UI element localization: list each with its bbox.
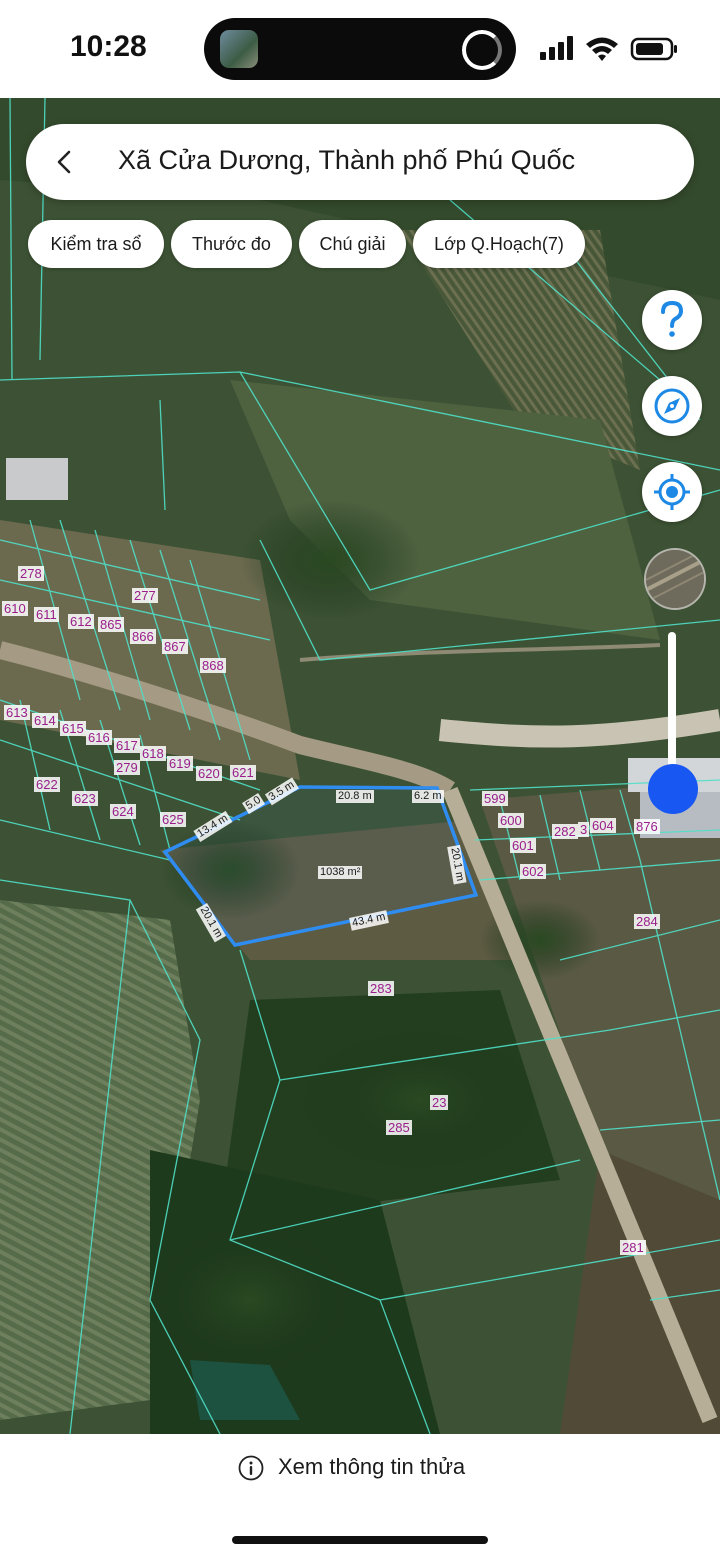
plot-number-label[interactable]: 285 (386, 1120, 412, 1135)
status-bar: 10:28 (0, 0, 720, 98)
building-roof (6, 458, 68, 500)
help-button[interactable] (642, 290, 702, 350)
plot-number-label[interactable]: 3 (578, 822, 590, 837)
plot-number-label[interactable]: 278 (18, 566, 44, 581)
compass-button[interactable] (642, 376, 702, 436)
parcel-area-label: 1038 m² (318, 866, 363, 879)
plot-number-label[interactable]: 623 (72, 791, 98, 806)
satellite-layer-thumbnail-icon (646, 550, 704, 608)
plot-number-label[interactable]: 277 (132, 588, 158, 603)
battery-icon (630, 37, 677, 61)
home-indicator[interactable] (232, 1536, 488, 1544)
map-canvas[interactable] (0, 98, 720, 1434)
plot-number-label[interactable]: 611 (34, 607, 59, 622)
plot-number-label[interactable]: 614 (32, 713, 58, 728)
tree-cluster (300, 1030, 540, 1170)
cellular-signal-icon (540, 36, 573, 60)
plot-number-label[interactable]: 868 (200, 658, 226, 673)
plot-number-label[interactable]: 610 (2, 601, 28, 616)
activity-ring-icon (462, 30, 502, 70)
location-title: Xã Cửa Dương, Thành phố Phú Quốc (118, 145, 576, 175)
edge-length-label: 20.8 m (336, 790, 374, 803)
plot-number-label[interactable]: 604 (590, 818, 616, 833)
plot-number-label[interactable]: 23 (430, 1095, 449, 1110)
compass-icon (654, 388, 690, 424)
tree-cluster (240, 500, 420, 620)
plot-number-label[interactable]: 612 (68, 614, 94, 629)
plot-number-label[interactable]: 279 (114, 760, 140, 775)
tree-cluster (140, 1220, 360, 1380)
plot-number-label[interactable]: 620 (196, 766, 222, 781)
locate-me-button[interactable] (642, 462, 702, 522)
back-chevron-icon[interactable] (48, 144, 82, 180)
plot-number-label[interactable]: 616 (86, 730, 112, 745)
plot-number-label[interactable]: 281 (620, 1240, 646, 1255)
edge-length-label: 6.2 m (412, 790, 444, 803)
live-activity-thumbnail (220, 30, 258, 68)
plot-number-label[interactable]: 284 (634, 914, 660, 929)
plot-number-label[interactable]: 876 (634, 819, 660, 834)
satellite-map[interactable]: 278 610 611 612 865 277 866 867 868 613 … (0, 98, 720, 1434)
plot-number-label[interactable]: 283 (368, 981, 394, 996)
check-book-chip[interactable]: Kiểm tra sổ (28, 220, 164, 268)
plot-number-label[interactable]: 866 (130, 629, 156, 644)
legend-chip[interactable]: Chú giải (299, 220, 406, 268)
plot-number-label[interactable]: 282 (552, 824, 578, 839)
info-icon[interactable] (238, 1455, 264, 1481)
plot-number-label[interactable]: 615 (60, 721, 86, 736)
status-time: 10:28 (70, 30, 147, 63)
plot-number-label[interactable]: 601 (510, 838, 536, 853)
ruler-chip[interactable]: Thước đo (171, 220, 292, 268)
location-search-bar[interactable]: Xã Cửa Dương, Thành phố Phú Quốc (26, 124, 694, 200)
crosshair-icon (654, 474, 690, 510)
plot-number-label[interactable]: 619 (167, 756, 193, 771)
plot-number-label[interactable]: 600 (498, 813, 524, 828)
plot-number-label[interactable]: 599 (482, 791, 508, 806)
wifi-icon (586, 37, 618, 61)
dynamic-island (204, 18, 516, 80)
view-parcel-info-link[interactable]: Xem thông tin thửa (278, 1454, 465, 1480)
plot-number-label[interactable]: 625 (160, 812, 186, 827)
plot-number-label[interactable]: 865 (98, 617, 124, 632)
status-icons (540, 36, 677, 61)
plot-number-label[interactable]: 624 (110, 804, 136, 819)
map-layer-toggle[interactable] (644, 548, 706, 610)
plot-number-label[interactable]: 618 (140, 746, 166, 761)
planning-layer-chip[interactable]: Lớp Q.Hoạch(7) (413, 220, 585, 268)
plot-number-label[interactable]: 622 (34, 777, 60, 792)
layer-opacity-slider-handle[interactable] (648, 764, 698, 814)
plot-number-label[interactable]: 617 (114, 738, 140, 753)
plot-number-label[interactable]: 602 (520, 864, 546, 879)
plot-number-label[interactable]: 613 (4, 705, 30, 720)
plot-number-label[interactable]: 867 (162, 639, 188, 654)
question-icon (661, 300, 684, 337)
plot-number-label[interactable]: 621 (230, 765, 256, 780)
